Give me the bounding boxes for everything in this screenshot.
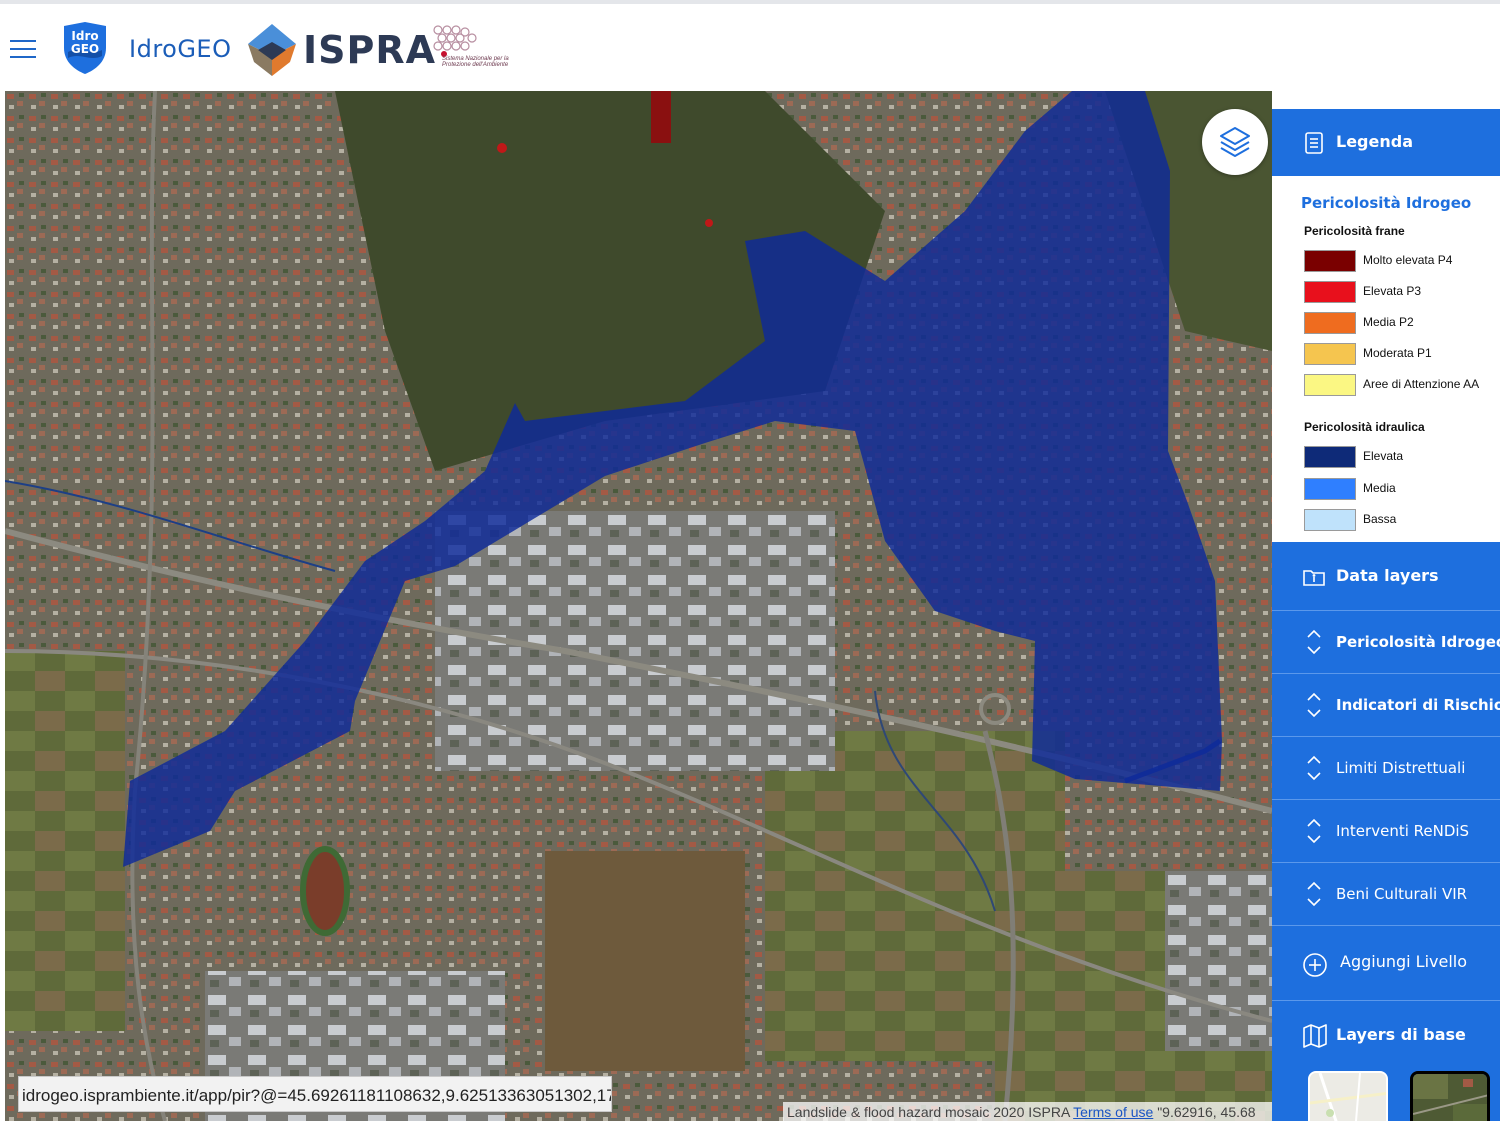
plus-circle-icon xyxy=(1303,953,1327,977)
legend-swatch xyxy=(1304,312,1356,334)
expand-collapse-icon xyxy=(1307,692,1321,718)
layers-stack-icon xyxy=(1220,127,1250,157)
layer-group-label: Interventi ReNDiS xyxy=(1336,822,1470,840)
legend-swatch xyxy=(1304,509,1356,531)
legend-label: Media xyxy=(1363,480,1396,495)
idrogeo-logo-text: Idro GEO xyxy=(70,29,100,56)
base-layers-label: Layers di base xyxy=(1336,1025,1466,1044)
map-attribution: Landslide & flood hazard mosaic 2020 ISP… xyxy=(783,1102,1272,1121)
legend-swatch xyxy=(1304,446,1356,468)
folder-info-icon xyxy=(1303,570,1325,586)
status-url: idrogeo.isprambiente.it/app/pir?@=45.692… xyxy=(18,1076,612,1112)
expand-collapse-icon xyxy=(1307,755,1321,781)
legend-section-idraulica: Pericolosità idraulica xyxy=(1304,420,1425,434)
snpa-logo-icon xyxy=(433,25,477,57)
idraulica-legend-row: Elevata xyxy=(1304,446,1494,468)
legend-swatch xyxy=(1304,343,1356,365)
legend-title: Pericolosità Idrogeo xyxy=(1301,194,1472,212)
layer-group-1[interactable]: Indicatori di Rischio xyxy=(1272,673,1500,735)
layer-group-3[interactable]: Interventi ReNDiS xyxy=(1272,799,1500,861)
idrogeo-app: { "header": { "logo_text": "Idro GEO", "… xyxy=(0,0,1500,1121)
legend-label: Moderata P1 xyxy=(1363,346,1432,360)
frane-legend-row: Molto elevata P4 xyxy=(1304,250,1494,272)
ispra-logo-icon xyxy=(248,24,296,76)
expand-collapse-icon xyxy=(1307,629,1321,655)
layer-group-label: Indicatori di Rischio xyxy=(1336,696,1500,714)
idraulica-legend-row: Bassa xyxy=(1304,509,1494,531)
add-layer-label: Aggiungi Livello xyxy=(1340,952,1468,971)
coordinates-readout: "9.62916, 45.68 xyxy=(1157,1104,1256,1120)
street-map-thumbnail xyxy=(1310,1073,1386,1121)
expand-collapse-icon xyxy=(1307,881,1321,907)
app-name[interactable]: IdroGEO xyxy=(129,35,232,63)
legend-label: Elevata xyxy=(1363,449,1404,463)
data-layers-label: Data layers xyxy=(1336,566,1439,585)
satellite-basemap[interactable] xyxy=(5,91,1272,1121)
attribution-text: Landslide & flood hazard mosaic 2020 ISP… xyxy=(787,1104,1070,1120)
legend-header[interactable]: Legenda xyxy=(1272,109,1500,175)
legend-swatch xyxy=(1304,281,1356,303)
frane-legend-row: Moderata P1 xyxy=(1304,343,1494,365)
layer-group-2[interactable]: Limiti Distrettuali xyxy=(1272,736,1500,798)
legend-section-frane: Pericolosità frane xyxy=(1304,224,1405,238)
partner-text: Sistema Nazionale per la Protezione dell… xyxy=(442,56,509,68)
legend-body: Pericolosità Idrogeo Pericolosità frane … xyxy=(1272,176,1500,542)
frane-legend-row: Elevata P3 xyxy=(1304,281,1494,303)
frane-legend-row: Aree di Attenzione AA xyxy=(1304,374,1494,396)
legend-label: Elevata P3 xyxy=(1363,284,1422,298)
legend-label: Media P2 xyxy=(1363,315,1414,329)
legend-label: Bassa xyxy=(1363,512,1397,526)
layer-group-label: Pericolosità Idrogeo xyxy=(1336,633,1500,651)
expand-collapse-icon xyxy=(1307,818,1321,844)
legend-header-label: Legenda xyxy=(1336,132,1413,151)
document-list-icon xyxy=(1305,132,1323,154)
layers-toggle-button[interactable] xyxy=(1202,109,1268,175)
idraulica-legend-row: Media xyxy=(1304,477,1494,500)
layer-group-label: Limiti Distrettuali xyxy=(1336,759,1466,777)
basemap-thumb-street[interactable] xyxy=(1308,1071,1388,1121)
legend-swatch xyxy=(1304,374,1356,396)
menu-icon[interactable] xyxy=(10,40,36,60)
legend-label: Aree di Attenzione AA xyxy=(1363,377,1480,391)
app-header: Idro GEO IdroGEO ISPRA Sistema Nazionale… xyxy=(0,4,523,91)
layer-group-4[interactable]: Beni Culturali VIR xyxy=(1272,862,1500,924)
frane-legend-row: Media P2 xyxy=(1304,312,1494,334)
legend-label: Molto elevata P4 xyxy=(1363,253,1453,267)
satellite-thumbnail xyxy=(1413,1074,1487,1121)
legend-swatch xyxy=(1304,250,1356,272)
map-canvas[interactable] xyxy=(5,91,1272,1121)
add-layer-button[interactable]: Aggiungi Livello xyxy=(1272,925,1500,1000)
layer-group-0[interactable]: Pericolosità Idrogeo xyxy=(1272,610,1500,672)
data-layers-header[interactable]: Data layers xyxy=(1272,543,1500,609)
map-fold-icon xyxy=(1303,1024,1327,1048)
base-layers-header[interactable]: Layers di base xyxy=(1272,1000,1500,1070)
right-panel: Legenda Pericolosità Idrogeo Pericolosit… xyxy=(1272,109,1500,1121)
basemap-thumb-satellite[interactable] xyxy=(1410,1071,1490,1121)
terms-of-use-link[interactable]: Terms of use xyxy=(1073,1104,1153,1120)
org-name: ISPRA xyxy=(303,28,437,72)
legend-swatch xyxy=(1304,477,1356,500)
layer-group-label: Beni Culturali VIR xyxy=(1336,885,1468,903)
